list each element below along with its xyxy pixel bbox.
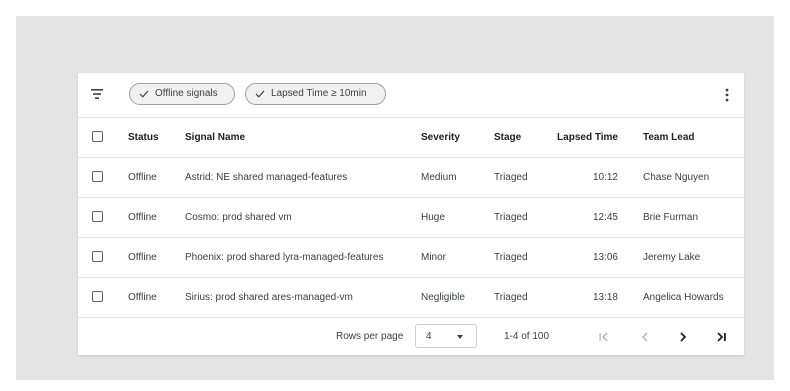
cell-status: Offline — [128, 252, 157, 263]
cell-stage: Triaged — [494, 172, 528, 183]
cell-signal-name: Astrid: NE shared managed-features — [185, 172, 348, 183]
column-header-signal-name[interactable]: Signal Name — [185, 118, 245, 157]
table-toolbar: Offline signals Lapsed Time ≥ 10min — [78, 73, 744, 118]
caret-down-icon — [457, 335, 463, 339]
cell-lapsed-time: 10:12 — [592, 172, 618, 183]
table-pagination: Rows per page 4 1-4 of 100 — [78, 318, 744, 356]
cell-severity: Medium — [421, 172, 457, 183]
check-icon — [139, 90, 149, 98]
table-header-row: Status Signal Name Severity Stage Lapsed… — [78, 118, 744, 158]
cell-stage: Triaged — [494, 292, 528, 303]
rows-per-page-value: 4 — [426, 331, 432, 342]
chip-label: Lapsed Time ≥ 10min — [271, 88, 367, 99]
table-row[interactable]: Offline Sirius: prod shared ares-managed… — [78, 278, 744, 318]
table-row[interactable]: Offline Astrid: NE shared managed-featur… — [78, 158, 744, 198]
cell-stage: Triaged — [494, 212, 528, 223]
column-header-team-lead[interactable]: Team Lead — [643, 118, 695, 157]
column-header-status[interactable]: Status — [128, 118, 159, 157]
row-checkbox[interactable] — [92, 251, 103, 262]
table-row[interactable]: Offline Phoenix: prod shared lyra-manage… — [78, 238, 744, 278]
chip-label: Offline signals — [155, 88, 218, 99]
rows-per-page-label: Rows per page — [336, 331, 404, 342]
column-header-stage[interactable]: Stage — [494, 118, 521, 157]
cell-lapsed-time: 12:45 — [592, 212, 618, 223]
cell-team-lead: Jeremy Lake — [643, 252, 701, 263]
filter-icon[interactable] — [90, 87, 104, 101]
cell-lapsed-time: 13:06 — [592, 252, 618, 263]
more-vert-icon[interactable] — [724, 87, 730, 103]
chevron-left-icon[interactable] — [638, 330, 652, 344]
cell-severity: Negligible — [421, 292, 465, 303]
cell-team-lead: Angelica Howards — [643, 292, 724, 303]
filter-chip-lapsed-time[interactable]: Lapsed Time ≥ 10min — [245, 83, 386, 105]
cell-status: Offline — [128, 212, 157, 223]
cell-signal-name: Cosmo: prod shared vm — [185, 212, 292, 223]
column-header-lapsed-time[interactable]: Lapsed Time — [554, 118, 618, 157]
rows-per-page-select[interactable]: 4 — [415, 324, 477, 348]
check-icon — [255, 90, 265, 98]
row-checkbox[interactable] — [92, 291, 103, 302]
cell-severity: Huge — [421, 212, 445, 223]
cell-lapsed-time: 13:18 — [592, 292, 618, 303]
page-backdrop: Offline signals Lapsed Time ≥ 10min Stat… — [16, 16, 774, 380]
filter-chip-offline-signals[interactable]: Offline signals — [129, 83, 235, 105]
cell-severity: Minor — [421, 252, 447, 263]
cell-stage: Triaged — [494, 252, 528, 263]
column-header-severity[interactable]: Severity — [421, 118, 460, 157]
cell-status: Offline — [128, 292, 157, 303]
cell-signal-name: Sirius: prod shared ares-managed-vm — [185, 292, 353, 303]
first-page-icon[interactable] — [597, 330, 611, 344]
table-row[interactable]: Offline Cosmo: prod shared vm Huge Triag… — [78, 198, 744, 238]
row-checkbox[interactable] — [92, 171, 103, 182]
select-all-checkbox[interactable] — [92, 131, 103, 142]
cell-team-lead: Chase Nguyen — [643, 172, 710, 183]
pagination-range: 1-4 of 100 — [504, 331, 550, 342]
chevron-right-icon[interactable] — [676, 330, 690, 344]
cell-team-lead: Brie Furman — [643, 212, 699, 223]
data-table-card: Offline signals Lapsed Time ≥ 10min Stat… — [78, 73, 744, 355]
cell-signal-name: Phoenix: prod shared lyra-managed-featur… — [185, 252, 384, 263]
cell-status: Offline — [128, 172, 157, 183]
last-page-icon[interactable] — [714, 330, 728, 344]
row-checkbox[interactable] — [92, 211, 103, 222]
